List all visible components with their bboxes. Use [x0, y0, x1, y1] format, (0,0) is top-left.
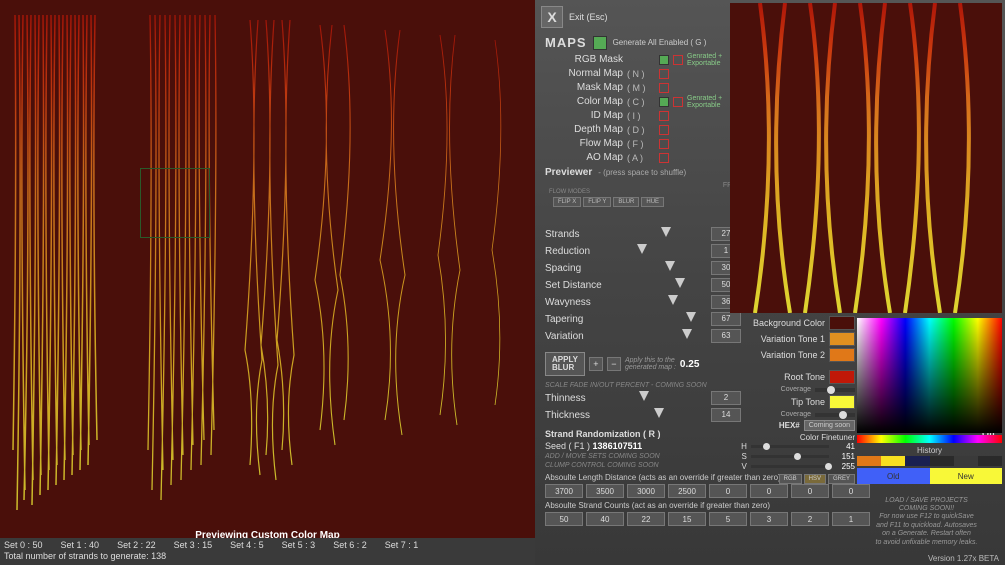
blur-minus[interactable]: − [607, 357, 621, 371]
tone1-swatch[interactable] [829, 332, 855, 346]
abs-count-0[interactable] [545, 512, 583, 526]
preview-thumbnail[interactable] [730, 3, 1002, 313]
abs-count-1[interactable] [586, 512, 624, 526]
control-panel: X Exit (Esc) ( S ) Export ALL Generated … [535, 0, 1005, 565]
map-toggle[interactable] [659, 125, 669, 135]
previewer-label[interactable]: Previewer [545, 167, 592, 178]
abs-length-2[interactable] [627, 484, 665, 498]
set-count-3: Set 3 : 15 [174, 540, 213, 552]
abs-length-6[interactable] [791, 484, 829, 498]
set-count-6: Set 6 : 2 [333, 540, 367, 552]
tone2-swatch[interactable] [829, 348, 855, 362]
abs-count-6[interactable] [791, 512, 829, 526]
setdist-slider[interactable] [633, 280, 703, 290]
grid-icon[interactable] [659, 97, 669, 107]
variation-slider[interactable] [633, 331, 703, 341]
apply-blur-button[interactable]: APPLY BLUR [545, 352, 585, 376]
color-picker[interactable] [857, 318, 1002, 433]
hue-strip[interactable] [857, 435, 1002, 443]
history-swatch[interactable] [905, 456, 929, 466]
map-toggle[interactable] [659, 111, 669, 121]
mode-hsv[interactable]: HSV [804, 474, 826, 484]
abs-count-4[interactable] [709, 512, 747, 526]
close-button[interactable]: X [541, 6, 563, 28]
strands-slider[interactable] [633, 229, 703, 239]
tip-swatch[interactable] [829, 395, 855, 409]
blur-amount: 0.25 [680, 359, 699, 370]
total-strands-label: Total number of strands to generate: 138 [4, 551, 531, 563]
abs-length-5[interactable] [750, 484, 788, 498]
set-count-0: Set 0 : 50 [4, 540, 43, 552]
grid-icon[interactable] [593, 36, 607, 50]
set-count-2: Set 2 : 22 [117, 540, 156, 552]
bg-color-swatch[interactable] [829, 316, 855, 330]
tip-coverage-slider[interactable] [815, 413, 855, 417]
map-rgb-mask[interactable]: RGB Mask [545, 54, 623, 65]
strand-preview-svg [0, 0, 535, 520]
seed-value[interactable]: 1386107511 [593, 441, 643, 451]
map-toggle[interactable] [673, 97, 683, 107]
abs-count-5[interactable] [750, 512, 788, 526]
map-id[interactable]: ID Map [545, 110, 623, 121]
taper-slider[interactable] [633, 314, 703, 324]
mode-rgb[interactable]: RGB [779, 474, 802, 484]
generate-all-button[interactable]: Generate All Enabled ( G ) [613, 38, 707, 47]
map-toggle[interactable] [659, 139, 669, 149]
abs-length-4[interactable] [709, 484, 747, 498]
new-color[interactable]: New [930, 468, 1003, 484]
map-color[interactable]: Color Map [545, 96, 623, 107]
set-count-7: Set 7 : 1 [385, 540, 419, 552]
exit-link[interactable]: Exit (Esc) [569, 12, 608, 22]
history-swatch[interactable] [881, 456, 905, 466]
abs-count-2[interactable] [627, 512, 665, 526]
hue-slider[interactable] [751, 445, 830, 448]
randomization-label[interactable]: Strand Randomization ( R ) [545, 429, 661, 439]
history-swatches [857, 456, 1002, 466]
mode-flipy[interactable]: FLIP Y [583, 197, 611, 207]
blur-plus[interactable]: + [589, 357, 603, 371]
mode-hue[interactable]: HUE [641, 197, 664, 207]
root-swatch[interactable] [829, 370, 855, 384]
history-swatch[interactable] [857, 456, 881, 466]
set-count-4: Set 4 : 5 [230, 540, 264, 552]
status-bar: Set 0 : 50 Set 1 : 40 Set 2 : 22 Set 3 :… [0, 538, 535, 565]
abs-length-1[interactable] [586, 484, 624, 498]
history-swatch[interactable] [978, 456, 1002, 466]
abs-length-3[interactable] [668, 484, 706, 498]
val-slider[interactable] [751, 465, 830, 468]
thinness-slider[interactable] [633, 393, 703, 403]
sat-slider[interactable] [751, 455, 830, 458]
map-toggle[interactable] [659, 83, 669, 93]
history-swatch[interactable] [954, 456, 978, 466]
old-color[interactable]: Old [857, 468, 930, 484]
map-mask[interactable]: Mask Map [545, 82, 623, 93]
version-label: Version 1.27x BETA [928, 554, 999, 563]
wavy-slider[interactable] [633, 297, 703, 307]
hex-input[interactable]: Coming soon [804, 420, 855, 431]
mode-blur[interactable]: BLUR [613, 197, 639, 207]
spacing-slider[interactable] [633, 263, 703, 273]
reduction-slider[interactable] [633, 246, 703, 256]
preview-viewport[interactable]: Previewing Custom Color Map Set 0 : 50 S… [0, 0, 535, 565]
map-toggle[interactable] [659, 153, 669, 163]
set-count-5: Set 5 : 3 [282, 540, 316, 552]
mode-grey[interactable]: GREY [828, 474, 855, 484]
grid-icon[interactable] [659, 55, 669, 65]
selection-rectangle[interactable] [140, 168, 210, 238]
load-save-note: LOAD / SAVE PROJECTS COMING SOON!! For n… [854, 497, 999, 547]
map-toggle[interactable] [673, 55, 683, 65]
root-coverage-slider[interactable] [815, 388, 855, 392]
map-ao[interactable]: AO Map [545, 152, 623, 163]
map-flow[interactable]: Flow Map [545, 138, 623, 149]
abs-count-3[interactable] [668, 512, 706, 526]
map-depth[interactable]: Depth Map [545, 124, 623, 135]
thickness-slider[interactable] [633, 410, 703, 420]
maps-heading: MAPS [545, 35, 587, 50]
map-normal[interactable]: Normal Map [545, 68, 623, 79]
map-toggle[interactable] [659, 69, 669, 79]
history-swatch[interactable] [930, 456, 954, 466]
abs-length-0[interactable] [545, 484, 583, 498]
mode-flipx[interactable]: FLIP X [553, 197, 581, 207]
set-count-1: Set 1 : 40 [61, 540, 100, 552]
